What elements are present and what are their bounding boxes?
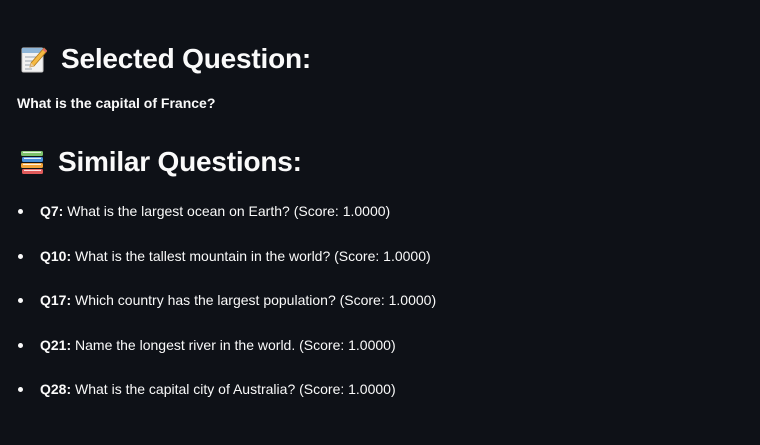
bullet-icon — [18, 387, 23, 393]
bullet-icon — [18, 342, 23, 348]
similar-questions-heading: Similar Questions: — [20, 143, 302, 181]
list-item: Q17: Which country has the largest popul… — [17, 289, 436, 334]
question-text: Which country has the largest population… — [71, 292, 437, 309]
question-id: Q17: — [40, 292, 72, 309]
question-text: Name the longest river in the world. (Sc… — [71, 336, 396, 353]
list-item: Q7: What is the largest ocean on Earth? … — [17, 200, 436, 245]
list-item: Q28: What is the capital city of Austral… — [17, 378, 436, 423]
question-id: Q10: — [40, 247, 72, 264]
bullet-icon — [18, 298, 23, 304]
list-item: Q10: What is the tallest mountain in the… — [17, 245, 436, 290]
bullet-icon — [18, 253, 23, 259]
selected-question-text: What is the capital of France? — [17, 95, 216, 111]
books-icon — [20, 147, 46, 177]
selected-question-heading: Selected Question: — [21, 40, 311, 78]
memo-icon — [21, 44, 48, 74]
selected-question-heading-text: Selected Question: — [61, 43, 312, 74]
list-item: Q21: Name the longest river in the world… — [17, 334, 436, 379]
question-id: Q21: — [40, 336, 72, 353]
question-id: Q28: — [40, 381, 72, 398]
similar-questions-heading-text: Similar Questions: — [58, 146, 302, 177]
similar-questions-list: Q7: What is the largest ocean on Earth? … — [17, 200, 436, 423]
question-text: What is the largest ocean on Earth? (Sco… — [63, 203, 391, 219]
bullet-icon — [18, 209, 23, 214]
question-text: What is the capital city of Australia? (… — [71, 381, 396, 398]
question-text: What is the tallest mountain in the worl… — [71, 247, 431, 264]
question-id: Q7: — [40, 203, 64, 219]
